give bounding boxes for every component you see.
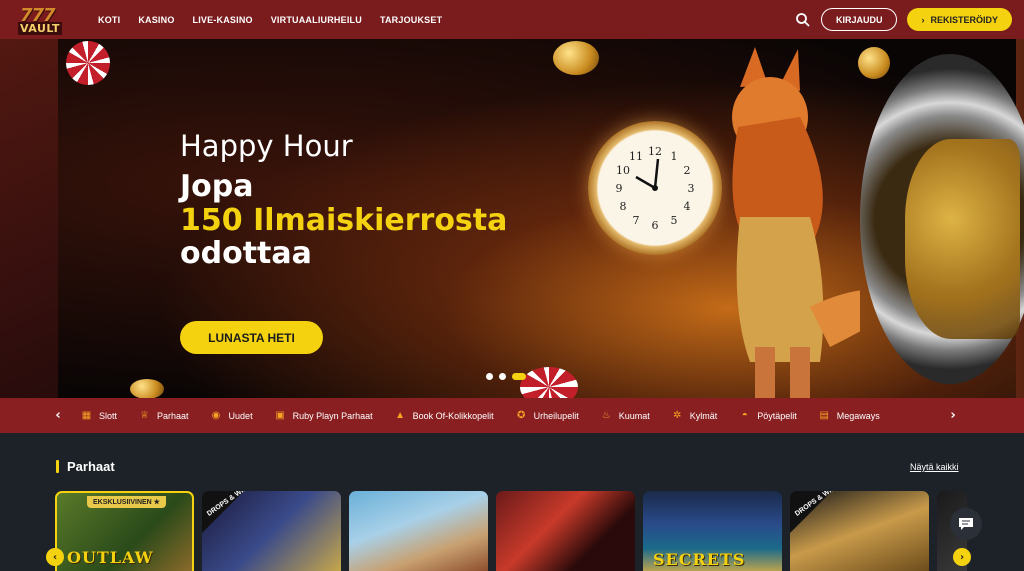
hero-subtitle: Jopa [180, 169, 254, 204]
category-parhaat[interactable]: ♕ Parhaat [138, 409, 189, 422]
svg-text:10: 10 [616, 164, 630, 177]
category-label: Kylmät [689, 410, 718, 421]
nav-item-koti[interactable]: KOTI [98, 15, 120, 25]
fox-mascot-illustration [700, 47, 920, 398]
chat-button[interactable] [950, 508, 982, 540]
category-label: Uudet [228, 410, 253, 421]
ruby-icon: ▣ [275, 410, 285, 421]
hero-title: Happy Hour [180, 129, 353, 163]
treasure-coins-illustration [905, 139, 1020, 339]
game-card[interactable]: EKSKLUSIIVINEN ★ OUTLAW [55, 491, 194, 571]
category-megaways[interactable]: ▤ Megaways [818, 409, 880, 422]
category-label: Slott [99, 410, 118, 421]
nav-item-kasino[interactable]: KASINO [138, 15, 174, 25]
search-icon[interactable] [795, 12, 811, 28]
hero-prev-slide-peek [0, 39, 58, 398]
hero-pagination [486, 373, 526, 380]
hero-subtitle-2: odottaa [180, 236, 312, 271]
login-button[interactable]: KIRJAUDU [820, 8, 898, 31]
gold-coin-icon [858, 47, 890, 79]
category-urheilupelit[interactable]: ✪ Urheilupelit [515, 409, 579, 422]
register-label: REKISTERÖIDY [930, 14, 998, 25]
category-uudet[interactable]: ◉ Uudet [210, 409, 253, 422]
category-label: Book Of-Kolikkopelit [412, 410, 494, 421]
gold-coin-icon [130, 379, 164, 398]
section-accent-bar [56, 460, 59, 473]
megaways-icon: ▤ [819, 410, 829, 421]
nav-item-tarjoukset[interactable]: TARJOUKSET [380, 15, 442, 25]
svg-text:1: 1 [671, 150, 678, 163]
slide-dot-1[interactable] [486, 373, 493, 380]
svg-text:8: 8 [620, 200, 627, 213]
category-bar: ‹ ▦ Slott ♕ Parhaat ◉ Uudet ▣ Ruby Playn Par… [0, 398, 1024, 433]
category-slott[interactable]: ▦ Slott [80, 409, 117, 422]
gold-coin-icon [553, 41, 599, 75]
svg-text:4: 4 [684, 200, 691, 213]
category-label: Urheilupelit [533, 410, 579, 421]
snowflake-icon: ✲ [673, 410, 682, 421]
section-title: Parhaat [67, 459, 115, 474]
category-ruby-play[interactable]: ▣ Ruby Playn Parhaat [274, 409, 373, 422]
see-all-link[interactable]: Näytä kaikki [910, 462, 959, 472]
game-card[interactable]: DROPS & WINS [790, 491, 929, 571]
svg-text:12: 12 [648, 145, 662, 158]
chevron-left-icon[interactable]: ‹ [48, 398, 68, 433]
exclusive-badge: EKSKLUSIIVINEN ★ [87, 496, 166, 508]
category-label: Pöytäpelit [757, 410, 797, 421]
main-nav: KOTI KASINO LIVE-KASINO VIRTUAALIURHEILU… [98, 15, 442, 25]
svg-text:11: 11 [629, 150, 643, 163]
category-kuumat[interactable]: ♨ Kuumat [600, 409, 650, 422]
category-poytapelit[interactable]: ◓ Pöytäpelit [738, 409, 797, 422]
carousel-next-button[interactable]: › [953, 548, 971, 566]
table-icon: ◓ [741, 410, 748, 421]
hero-banner[interactable]: Happy Hour Jopa 150 Ilmaiskierrosta odot… [0, 39, 1024, 398]
svg-text:6: 6 [652, 219, 659, 232]
page: 777 VAULT KOTI KASINO LIVE-KASINO VIRTUA… [0, 0, 1024, 571]
best-games-section: Parhaat Näytä kaikki EKSKLUSIIVINEN ★ OU… [0, 433, 1024, 571]
game-card[interactable]: DROPS & WINS [202, 491, 341, 571]
claim-now-button[interactable]: LUNASTA HETI [180, 321, 323, 354]
game-card[interactable] [496, 491, 635, 571]
register-button[interactable]: › REKISTERÖIDY [907, 8, 1012, 31]
game-title-art: SECRETS [653, 550, 746, 569]
chat-icon [959, 518, 973, 530]
svg-text:9: 9 [616, 182, 623, 195]
chevron-right-icon[interactable]: › [943, 398, 963, 433]
header-actions: KIRJAUDU › REKISTERÖIDY [795, 8, 1012, 31]
poker-chip-icon [66, 41, 110, 85]
category-label: Megaways [836, 410, 880, 421]
new-icon: ◉ [211, 410, 221, 421]
category-label: Parhaat [157, 410, 189, 421]
svg-text:2: 2 [684, 164, 691, 177]
slot-icon: ▦ [81, 410, 92, 421]
hero-highlight: 150 Ilmaiskierrosta [180, 203, 508, 238]
category-kylmat[interactable]: ✲ Kylmät [671, 409, 718, 422]
chevron-right-icon: › [921, 14, 925, 25]
category-label: Kuumat [618, 410, 650, 421]
svg-text:3: 3 [688, 182, 695, 195]
svg-text:7: 7 [633, 214, 640, 227]
svg-text:5: 5 [671, 214, 678, 227]
slide-dot-2[interactable] [499, 373, 506, 380]
top-header: 777 VAULT KOTI KASINO LIVE-KASINO VIRTUA… [0, 0, 1024, 39]
nav-item-virtuaaliurheilu[interactable]: VIRTUAALIURHEILU [271, 15, 362, 25]
logo-text-bottom: VAULT [18, 21, 63, 35]
category-list: ▦ Slott ♕ Parhaat ◉ Uudet ▣ Ruby Playn Parha… [80, 409, 880, 422]
ball-icon: ✪ [516, 410, 526, 421]
flame-icon: ♨ [601, 410, 611, 421]
site-logo[interactable]: 777 VAULT [18, 5, 72, 35]
game-title-art: OUTLAW [67, 548, 154, 567]
book-icon: ▲ [395, 410, 406, 421]
trophy-icon: ♕ [140, 410, 149, 421]
game-card[interactable]: SECRETS [643, 491, 782, 571]
slide-dot-3-active[interactable] [512, 373, 526, 380]
nav-item-live-kasino[interactable]: LIVE-KASINO [193, 15, 253, 25]
game-card[interactable] [349, 491, 488, 571]
carousel-prev-button[interactable]: ‹ [46, 548, 64, 566]
category-label: Ruby Playn Parhaat [292, 410, 373, 421]
category-book-of[interactable]: ▲ Book Of-Kolikkopelit [394, 409, 494, 422]
game-carousel: EKSKLUSIIVINEN ★ OUTLAW DROPS & WINS SEC… [55, 491, 967, 571]
